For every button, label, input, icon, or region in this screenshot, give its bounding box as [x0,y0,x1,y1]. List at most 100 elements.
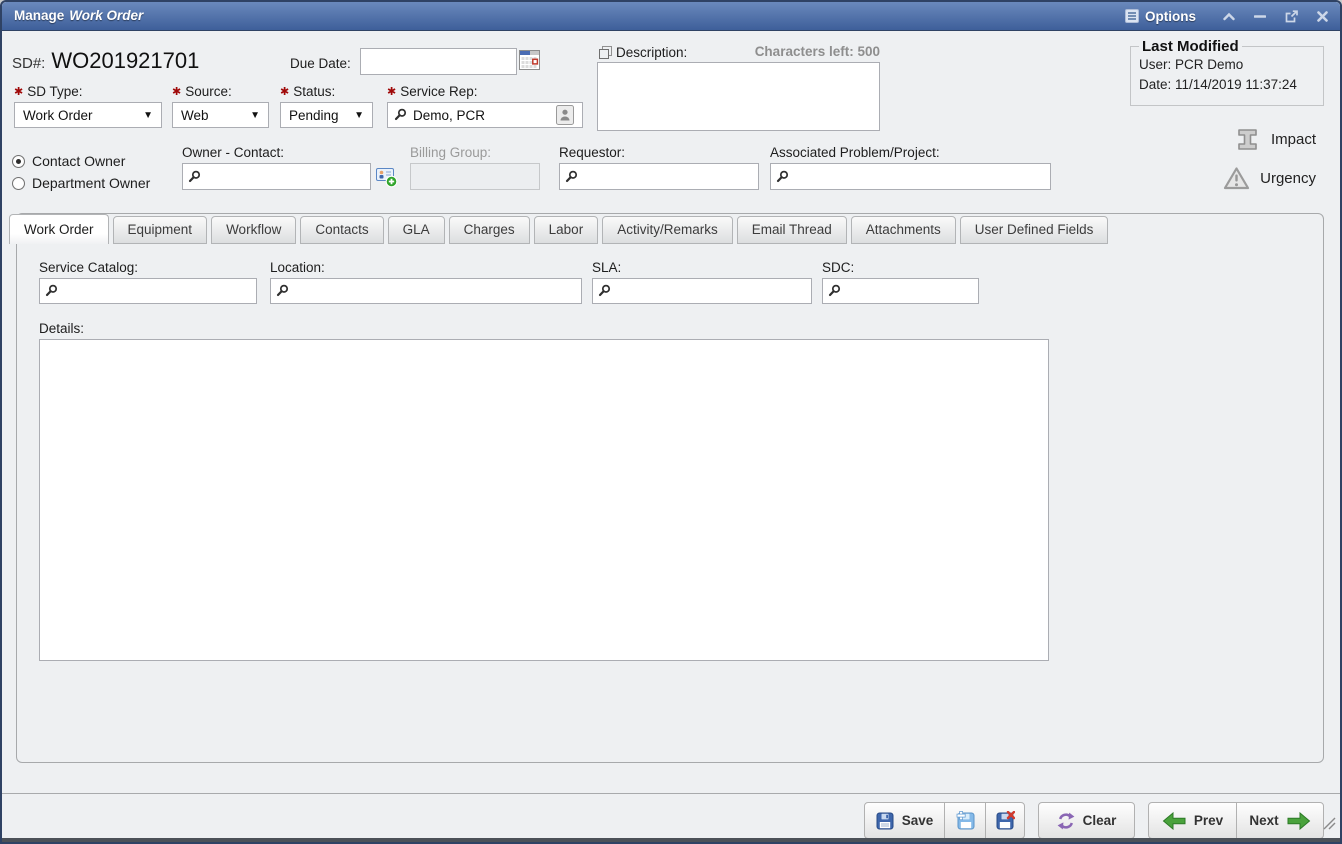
manage-work-order-window: Manage Work Order Options SD#: WO20192170… [0,0,1342,844]
details-textarea[interactable] [39,339,1049,661]
service-catalog-input[interactable] [39,278,257,304]
sla-field [592,278,812,304]
requestor-label: Requestor: [559,145,625,160]
sdc-input[interactable] [822,278,979,304]
owner-contact-input[interactable] [182,163,371,190]
sd-type-dropdown[interactable]: Work Order ▼ [14,102,162,128]
save-icon [876,812,894,830]
status-dropdown[interactable]: Pending ▼ [280,102,373,128]
billing-group-label: Billing Group: [410,145,491,160]
clear-button[interactable]: Clear [1038,802,1135,839]
last-modified-box: Last Modified User: PCR Demo Date: 11/14… [1130,38,1324,106]
characters-left-counter: Characters left: 500 [702,44,880,59]
close-icon[interactable] [1314,8,1330,24]
add-contact-icon[interactable] [376,167,398,193]
urgency-label: Urgency [1260,170,1316,187]
due-date-input[interactable] [360,48,517,75]
person-picker-icon[interactable] [556,105,574,125]
tab-work-order[interactable]: Work Order [9,214,109,244]
required-marker: ✱ [172,86,181,98]
sd-type-label: ✱SD Type: [14,84,83,99]
source-dropdown[interactable]: Web ▼ [172,102,269,128]
tab-attachments[interactable]: Attachments [851,216,956,244]
description-textarea[interactable] [597,62,880,131]
location-label: Location: [270,260,325,275]
tab-workflow[interactable]: Workflow [211,216,296,244]
window-title-emphasis: Work Order [69,8,143,23]
service-rep-label: ✱Service Rep: [387,84,478,99]
radio-unselected-icon[interactable] [12,177,25,190]
window-title-prefix: Manage [14,8,64,23]
impact-label: Impact [1271,131,1316,148]
associated-problem-project-field [770,163,1051,190]
tab-activity-remarks[interactable]: Activity/Remarks [602,216,733,244]
save-and-close-icon [996,811,1015,830]
service-rep-field[interactable]: Demo, PCR [387,102,583,128]
contact-owner-radio[interactable]: Contact Owner [12,153,125,169]
prev-label: Prev [1194,813,1223,828]
tab-bar: Work Order Equipment Workflow Contacts G… [9,214,1108,244]
titlebar: Manage Work Order Options [2,2,1340,31]
urgency-row: Urgency [1223,165,1316,192]
save-and-new-button[interactable] [944,802,986,839]
impact-row: Impact [1234,126,1316,153]
due-date-label: Due Date: [290,56,351,71]
minimize-icon[interactable] [1252,8,1268,24]
prev-button[interactable]: Prev [1148,802,1237,839]
collapse-chevron-up-icon[interactable] [1221,8,1237,24]
sla-input[interactable] [592,278,812,304]
billing-group-input [410,163,540,190]
save-and-new-icon [956,811,975,830]
tab-user-defined-fields[interactable]: User Defined Fields [960,216,1109,244]
urgency-icon[interactable] [1223,165,1250,192]
prev-next-group: Prev Next [1148,802,1324,839]
chevron-down-icon: ▼ [143,110,153,121]
sdc-field [822,278,979,304]
options-button[interactable]: Options [1125,9,1196,24]
service-catalog-field [39,278,257,304]
tab-email-thread[interactable]: Email Thread [737,216,847,244]
prev-arrow-icon [1162,812,1186,830]
associated-problem-project-input[interactable] [770,163,1051,190]
source-label: ✱Source: [172,84,232,99]
location-field [270,278,582,304]
next-arrow-icon [1287,812,1311,830]
next-label: Next [1249,813,1278,828]
tab-contacts[interactable]: Contacts [300,216,383,244]
window-controls: Options [1125,2,1330,30]
resize-handle[interactable] [1322,816,1336,835]
footer-separator [2,793,1340,794]
save-button[interactable]: Save [864,802,945,839]
service-rep-value: Demo, PCR [413,108,485,123]
options-label: Options [1145,9,1196,24]
department-owner-label: Department Owner [32,175,150,191]
description-label: Description: [616,45,687,60]
tab-charges[interactable]: Charges [449,216,530,244]
chevron-down-icon: ▼ [354,110,364,121]
tab-gla[interactable]: GLA [388,216,445,244]
impact-icon[interactable] [1234,126,1261,153]
sd-type-value: Work Order [23,108,93,123]
requestor-field [559,163,759,190]
save-and-close-button[interactable] [985,802,1025,839]
contact-owner-label: Contact Owner [32,153,125,169]
location-input[interactable] [270,278,582,304]
tab-equipment[interactable]: Equipment [113,216,208,244]
save-label: Save [902,813,934,828]
department-owner-radio[interactable]: Department Owner [12,175,150,191]
requestor-input[interactable] [559,163,759,190]
clear-label: Clear [1083,813,1117,828]
chevron-down-icon: ▼ [250,110,260,121]
tab-labor[interactable]: Labor [534,216,599,244]
sd-number-value: WO201921701 [51,48,199,74]
owner-contact-label: Owner - Contact: [182,145,284,160]
calendar-icon[interactable] [519,50,540,75]
source-value: Web [181,108,209,123]
sdc-label: SDC: [822,260,854,275]
radio-selected-icon[interactable] [12,155,25,168]
popout-icon[interactable] [1283,8,1299,24]
sd-number-label: SD#: [12,55,45,72]
status-value: Pending [289,108,339,123]
next-button[interactable]: Next [1236,802,1324,839]
options-list-icon [1125,9,1139,23]
